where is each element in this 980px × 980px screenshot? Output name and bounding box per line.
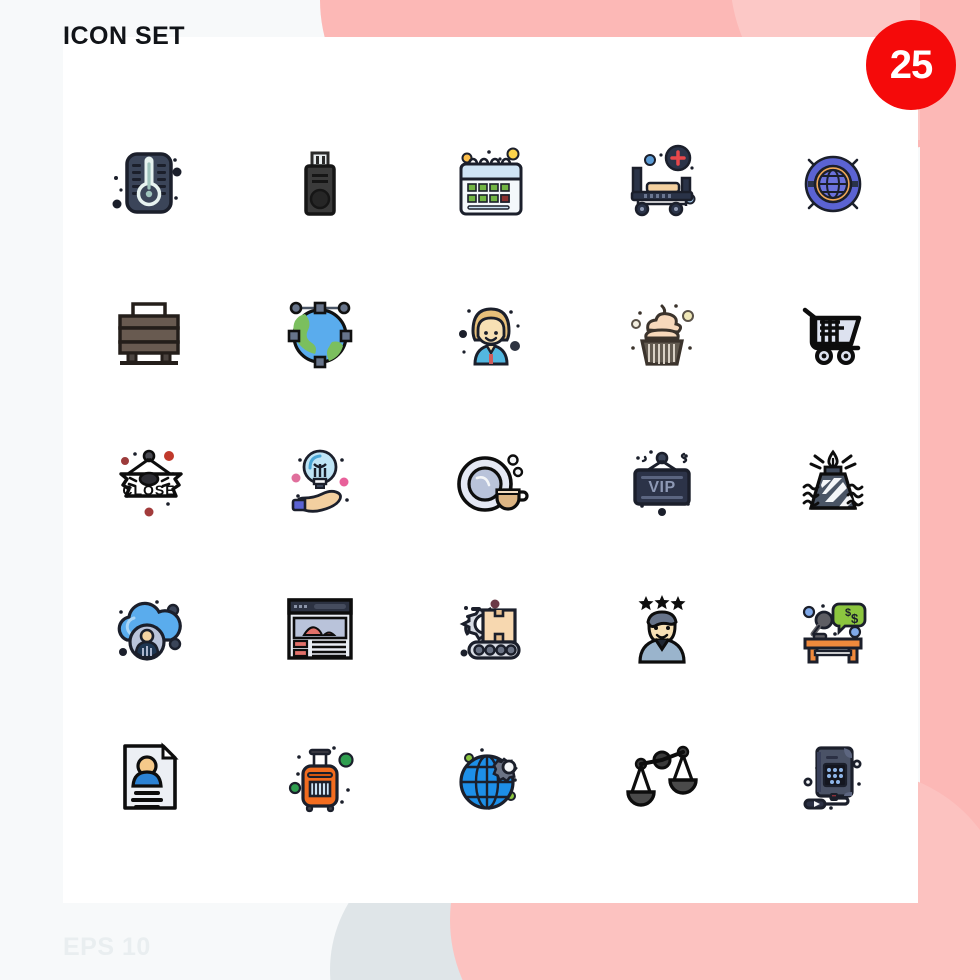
- icon-count-badge: 25: [866, 20, 956, 110]
- cupcake-icon[interactable]: [576, 258, 747, 406]
- global-network-icon[interactable]: [234, 258, 405, 406]
- close-sign-text: CLOSE: [122, 482, 175, 498]
- microphone-podium-icon[interactable]: $ $: [747, 554, 918, 702]
- close-sign-icon[interactable]: CLOSE: [63, 406, 234, 554]
- cloud-user-icon[interactable]: [63, 554, 234, 702]
- web-page-layout-icon[interactable]: [234, 554, 405, 702]
- page-title: ICON SET: [63, 22, 186, 50]
- bench-icon[interactable]: [63, 258, 234, 406]
- three-star-man-icon[interactable]: [576, 554, 747, 702]
- woman-avatar-icon[interactable]: [405, 258, 576, 406]
- svg-text:$: $: [851, 611, 859, 626]
- globe-target-icon[interactable]: [747, 110, 918, 258]
- globe-settings-icon[interactable]: [405, 702, 576, 850]
- secure-book-icon[interactable]: [747, 702, 918, 850]
- vip-sign-icon[interactable]: VIP: [576, 406, 747, 554]
- dish-and-cup-icon[interactable]: [405, 406, 576, 554]
- resume-document-icon[interactable]: [63, 702, 234, 850]
- idea-in-hand-icon[interactable]: [234, 406, 405, 554]
- hospital-bed-icon[interactable]: [576, 110, 747, 258]
- shopping-cart-icon[interactable]: [747, 258, 918, 406]
- usb-flash-drive-icon[interactable]: [234, 110, 405, 258]
- thermometer-icon[interactable]: [63, 110, 234, 258]
- lighthouse-icon[interactable]: [747, 406, 918, 554]
- conveyor-belt-icon[interactable]: [405, 554, 576, 702]
- vip-sign-text: VIP: [648, 479, 675, 496]
- luggage-icon[interactable]: [234, 702, 405, 850]
- balance-scale-icon[interactable]: [576, 702, 747, 850]
- icon-grid: CLOSE VIP $ $: [63, 110, 918, 850]
- calendar-icon[interactable]: [405, 110, 576, 258]
- eps-version-label: EPS 10: [63, 933, 151, 961]
